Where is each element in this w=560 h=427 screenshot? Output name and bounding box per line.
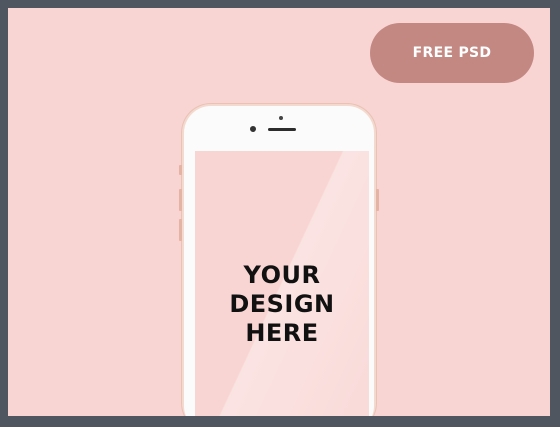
proximity-sensor [279,116,283,120]
phone-body: YOUR DESIGN HERE [184,106,374,416]
power-button [376,189,379,211]
placeholder-line-1: YOUR [243,261,321,289]
design-placeholder: YOUR DESIGN HERE [195,261,369,348]
volume-up-button [179,189,182,211]
front-camera-icon [250,126,256,132]
earpiece-speaker [268,128,296,131]
phone-mockup: YOUR DESIGN HERE [179,103,379,416]
placeholder-line-2: DESIGN [229,290,335,318]
badge-label: FREE PSD [412,45,492,61]
phone-screen: YOUR DESIGN HERE [195,151,369,416]
mockup-canvas: FREE PSD YOUR DESIGN HERE [8,8,550,416]
placeholder-line-3: HERE [245,319,319,347]
mute-switch [179,165,182,175]
volume-down-button [179,219,182,241]
free-psd-badge[interactable]: FREE PSD [370,23,534,83]
